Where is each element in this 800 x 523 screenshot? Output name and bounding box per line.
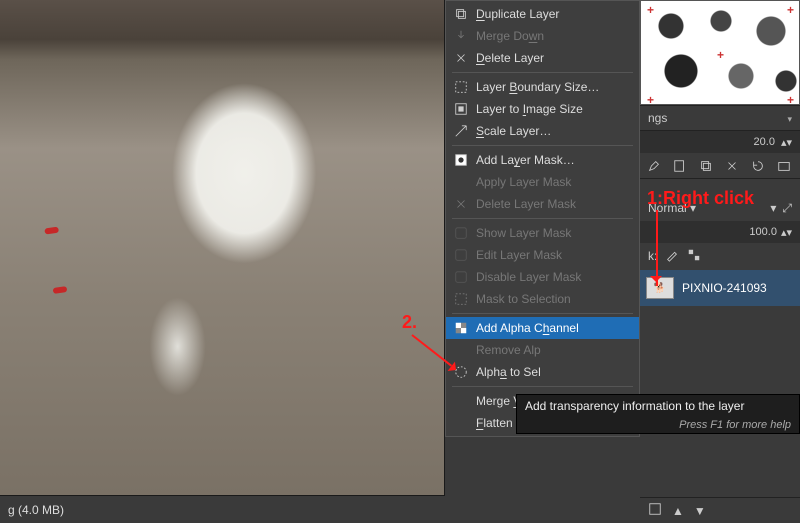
delete-brush-icon[interactable] [724,158,740,174]
layer-row[interactable]: 🐕 PIXNIO-241093 [640,270,800,306]
duplicate-brush-icon[interactable] [698,158,714,174]
layer-name: PIXNIO-241093 [682,281,767,295]
menu-add-layer-mask[interactable]: Add Layer Mask… [446,149,639,171]
menu-label: Scale Layer… [476,124,551,138]
expand-icon[interactable]: ⤢ [782,201,792,216]
menu-label: Edit Layer Mask [476,248,562,262]
annotation-step1: 1:Right click [647,188,754,209]
menu-delete-layer-mask: Delete Layer Mask [446,193,639,215]
menu-disable-layer-mask: Disable Layer Mask [446,266,639,288]
delete-icon [454,51,468,65]
menu-layer-to-image-size[interactable]: Layer to Image Size [446,98,639,120]
brush-property-bar[interactable]: ngs [640,105,800,131]
status-bar: g (4.0 MB) [0,495,445,523]
layer-up-icon[interactable]: ▲ [672,504,684,518]
checkbox-icon [454,270,468,284]
annotation-step2: 2. [402,312,417,333]
menu-remove-alpha-channel: Remove Alp [446,339,639,361]
alpha-icon [454,321,468,335]
spacing-value: 20.0 [754,136,775,148]
menu-show-layer-mask: Show Layer Mask [446,222,639,244]
menu-label: Delete Layer Mask [476,197,576,211]
menu-label: Remove Alp [476,343,541,357]
merge-down-icon [454,29,468,43]
menu-add-alpha-channel[interactable]: Add Alpha Channel [446,317,639,339]
menu-mask-to-selection: Mask to Selection [446,288,639,310]
fit-icon [454,102,468,116]
spinner-icon[interactable]: ▴▾ [781,136,792,149]
checkbox-icon [454,248,468,262]
menu-separator [452,145,633,146]
menu-alpha-to-selection[interactable]: Alpha to Sel [446,361,639,383]
menu-merge-down: Merge Down [446,25,639,47]
duplicate-icon [454,7,468,21]
edit-brush-icon[interactable] [646,158,662,174]
layer-context-menu: Duplicate Layer Merge Down Delete Layer … [445,0,640,437]
menu-label: Mask to Selection [476,292,571,306]
menu-delete-layer[interactable]: Delete Layer [446,47,639,69]
menu-label: Duplicate Layer [476,7,559,21]
boundary-icon [454,80,468,94]
blank-icon [454,394,468,408]
menu-label: Show Layer Mask [476,226,571,240]
layers-opacity-row[interactable]: 100.0 ▴▾ [640,221,800,243]
menu-label: Alpha to Sel [476,365,541,379]
layers-toolbar: ▲ ▼ [640,497,800,523]
brush-toolbar [640,153,800,179]
annotation-arrow-2 [412,334,462,372]
menu-label: Layer Boundary Size… [476,80,599,94]
menu-label: Layer to Image Size [476,102,583,116]
status-memory: g (4.0 MB) [8,503,64,517]
menu-separator [452,313,633,314]
new-layer-icon[interactable] [648,502,662,519]
mask-selection-icon [454,292,468,306]
opacity-value: 100.0 [749,226,777,238]
right-panel: ngs 20.0 ▴▾ Normal ▾ ▾ ⤢ 100.0 ▴▾ k: 🐕 P… [640,0,800,523]
lock-alpha-icon[interactable] [687,248,701,265]
menu-separator [452,386,633,387]
canvas-area[interactable] [0,0,445,495]
spinner-icon[interactable]: ▴▾ [781,226,792,239]
scale-icon [454,124,468,138]
menu-label: Disable Layer Mask [476,270,581,284]
brush-spacing-bar[interactable]: 20.0 ▴▾ [640,131,800,153]
layer-down-icon[interactable]: ▼ [694,504,706,518]
open-as-image-icon[interactable] [776,158,792,174]
menu-label: Add Layer Mask… [476,153,575,167]
property-label: ngs [648,111,667,125]
chevron-down-icon[interactable]: ▾ [770,201,776,215]
menu-separator [452,218,633,219]
menu-edit-layer-mask: Edit Layer Mask [446,244,639,266]
menu-label: Apply Layer Mask [476,175,571,189]
annotation-arrow-1 [654,210,660,286]
menu-layer-boundary-size[interactable]: Layer Boundary Size… [446,76,639,98]
blank-icon [454,416,468,430]
menu-apply-layer-mask: Apply Layer Mask [446,171,639,193]
menu-label: Merge Down [476,29,544,43]
menu-label: Delete Layer [476,51,544,65]
menu-duplicate-layer[interactable]: Duplicate Layer [446,3,639,25]
menu-label: Add Alpha Channel [476,321,579,335]
new-brush-icon[interactable] [672,158,688,174]
chevron-down-icon[interactable] [781,111,792,125]
mask-delete-icon [454,197,468,211]
brush-preview[interactable] [640,0,800,105]
blank-icon [454,175,468,189]
layers-lock-row: k: [640,243,800,269]
mask-add-icon [454,153,468,167]
lock-pixels-icon[interactable] [665,248,679,265]
menu-separator [452,72,633,73]
menu-scale-layer[interactable]: Scale Layer… [446,120,639,142]
refresh-brush-icon[interactable] [750,158,766,174]
checkbox-icon [454,226,468,240]
